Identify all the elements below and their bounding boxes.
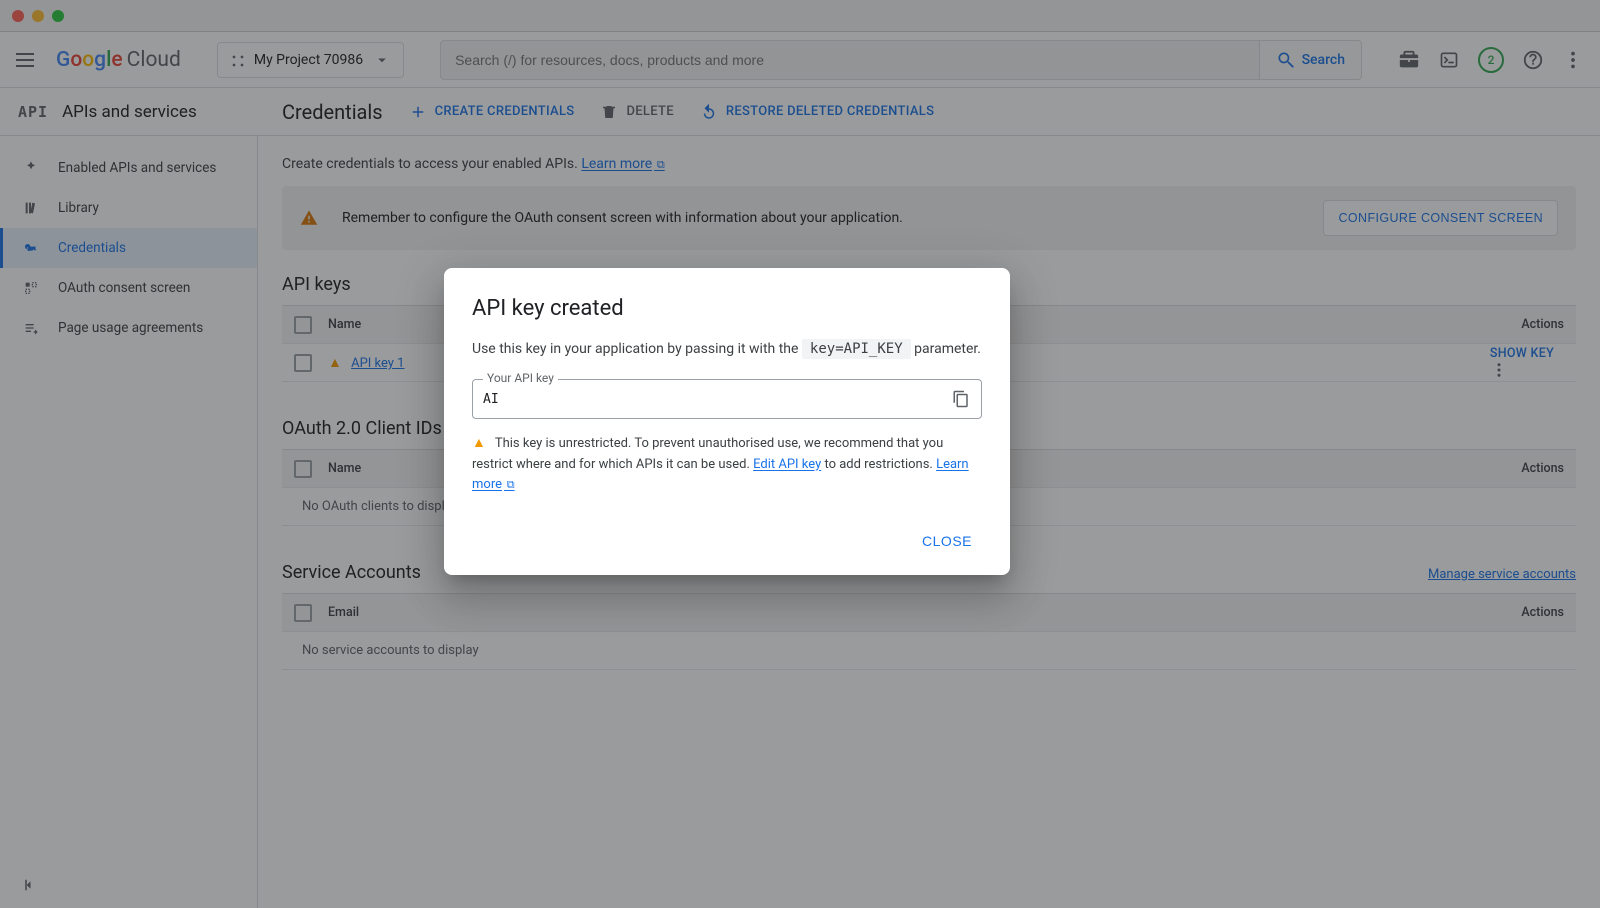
api-key-value: AI — [483, 392, 951, 407]
close-button[interactable]: CLOSE — [912, 525, 982, 557]
api-key-created-modal: API key created Use this key in your app… — [444, 268, 1010, 575]
external-link-icon: ⧉ — [504, 478, 515, 491]
modal-note: ▲ This key is unrestricted. To prevent u… — [472, 433, 982, 495]
code-snippet: key=API_KEY — [802, 339, 911, 359]
modal-title: API key created — [472, 296, 982, 321]
edit-api-key-link[interactable]: Edit API key — [753, 457, 821, 472]
field-label: Your API key — [483, 371, 558, 385]
api-key-field: Your API key AI — [472, 379, 982, 419]
warning-icon: ▲ — [472, 435, 486, 451]
copy-button[interactable] — [951, 389, 971, 409]
modal-description: Use this key in your application by pass… — [472, 341, 982, 357]
